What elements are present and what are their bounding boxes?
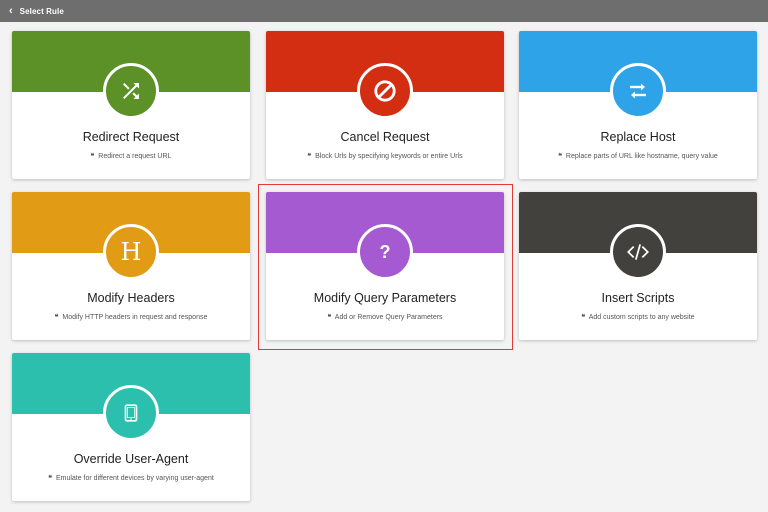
quote-icon: ❝ — [581, 314, 586, 321]
rule-card-replace-host[interactable]: Replace Host ❝ Replace parts of URL like… — [519, 31, 757, 179]
shuffle-icon — [123, 83, 139, 99]
card-description: ❝ Block Urls by specifying keywords or e… — [266, 152, 504, 160]
card-title: Override User-Agent — [73, 452, 189, 466]
card-description-text: Modify HTTP headers in request and respo… — [62, 314, 208, 321]
card-title: Modify Query Parameters — [313, 291, 457, 305]
rule-card-cancel-request[interactable]: Cancel Request ❝ Block Urls by specifyin… — [266, 31, 504, 179]
card-description-text: Replace parts of URL like hostname, quer… — [565, 153, 718, 160]
top-bar: ‹ Select Rule — [0, 0, 768, 22]
card-description: ❝ Emulate for different devices by varyi… — [12, 474, 250, 482]
swap-arrows-icon — [630, 83, 646, 99]
rule-card-insert-scripts[interactable]: Insert Scripts ❝ Add custom scripts to a… — [519, 192, 757, 340]
rule-card-redirect-request[interactable]: Redirect Request ❝ Redirect a request UR… — [12, 31, 250, 179]
quote-icon: ❝ — [558, 153, 562, 160]
quote-icon: ❝ — [90, 153, 95, 160]
card-icon-circle — [103, 63, 159, 119]
card-icon-circle: ? — [357, 224, 413, 280]
card-description-text: Add custom scripts to any website — [588, 314, 695, 321]
block-icon — [374, 80, 396, 102]
header-h-icon: H — [120, 238, 142, 266]
card-title: Replace Host — [600, 130, 676, 144]
card-description: ❝ Add custom scripts to any website — [519, 313, 757, 321]
quote-icon: ❝ — [307, 153, 312, 160]
card-icon-circle — [610, 63, 666, 119]
card-icon-circle: H — [103, 224, 159, 280]
card-icon-circle — [103, 385, 159, 441]
quote-icon: ❝ — [48, 475, 52, 482]
card-description-text: Emulate for different devices by varying… — [55, 475, 214, 482]
card-description-text: Block Urls by specifying keywords or ent… — [315, 153, 463, 160]
card-description-text: Redirect a request URL — [98, 153, 172, 160]
card-icon-circle — [357, 63, 413, 119]
card-title: Insert Scripts — [601, 291, 675, 305]
code-icon — [627, 244, 649, 260]
rule-card-modify-headers[interactable]: H Modify Headers ❝ Modify HTTP headers i… — [12, 192, 250, 340]
card-title: Redirect Request — [82, 130, 180, 144]
card-description: ❝ Redirect a request URL — [12, 152, 250, 160]
rule-card-modify-query-parameters[interactable]: ? Modify Query Parameters ❝ Add or Remov… — [266, 192, 504, 340]
card-description-text: Add or Remove Query Parameters — [334, 314, 443, 321]
card-icon-circle — [610, 224, 666, 280]
back-chevron-icon[interactable]: ‹ — [9, 5, 13, 17]
quote-icon: ❝ — [54, 314, 59, 321]
card-description: ❝ Replace parts of URL like hostname, qu… — [519, 152, 757, 160]
card-description: ❝ Add or Remove Query Parameters — [266, 313, 504, 321]
rule-card-override-user-agent[interactable]: Override User-Agent ❝ Emulate for differ… — [12, 353, 250, 501]
card-description: ❝ Modify HTTP headers in request and res… — [12, 313, 250, 321]
tablet-icon — [124, 404, 138, 422]
question-mark-icon: ? — [379, 241, 391, 262]
page-title: Select Rule — [19, 6, 64, 16]
card-title: Cancel Request — [340, 130, 430, 144]
quote-icon: ❝ — [327, 314, 332, 321]
card-title: Modify Headers — [87, 291, 175, 305]
